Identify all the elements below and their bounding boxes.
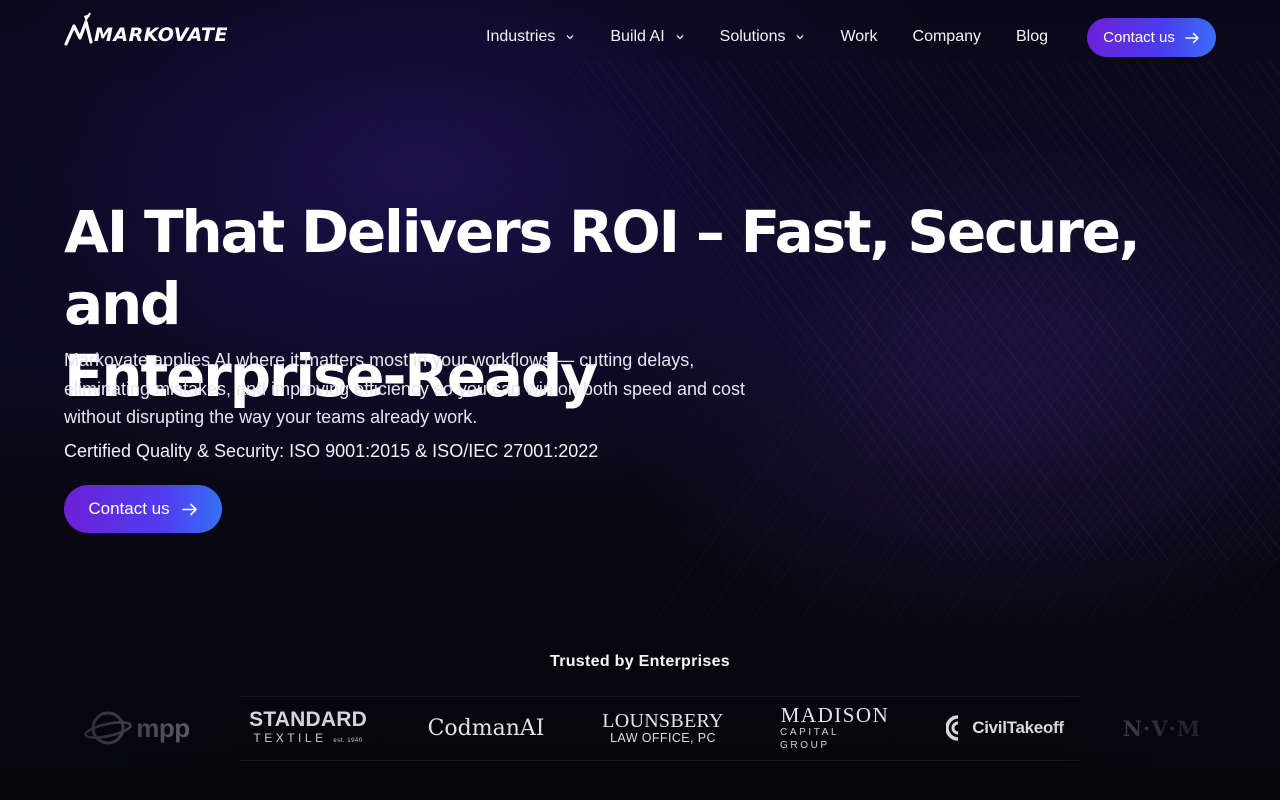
button-label: Contact us xyxy=(1103,29,1175,46)
client-logo-civiltakeoff: CivilTakeoff xyxy=(944,700,1066,756)
nav-item-company[interactable]: Company xyxy=(913,28,981,46)
certification-text: Certified Quality & Security: ISO 9001:2… xyxy=(64,441,599,461)
arrow-right-icon xyxy=(1185,32,1199,43)
nav-item-label: Work xyxy=(840,28,878,45)
chevron-down-icon xyxy=(565,32,575,42)
nav-item-blog[interactable]: Blog xyxy=(1016,28,1048,46)
hero-description: Markovate applies AI where it matters mo… xyxy=(64,350,746,427)
client-logo-text: mpp xyxy=(136,712,190,743)
client-logo-text: N·V·M xyxy=(1122,715,1202,741)
client-logo-subtext: TEXTILE est. 1940 xyxy=(253,730,363,745)
nav-item-label: Company xyxy=(912,28,981,45)
logo-text: MARKOVATE xyxy=(94,24,228,46)
chevron-down-icon xyxy=(675,32,685,42)
client-logo-lounsbery: LOUNSBERY LAW OFFICE, PC xyxy=(600,700,726,756)
client-logo-text: STANDARD xyxy=(249,707,367,731)
client-logo-text: LOUNSBERY xyxy=(602,710,724,732)
nav-item-label: Solutions xyxy=(719,28,786,45)
civiltakeoff-mark-icon xyxy=(946,715,959,741)
client-logo-subtext: CAPITAL GROUP xyxy=(780,726,839,751)
client-logo-mpp: mpp xyxy=(82,700,192,756)
header-contact-button[interactable]: Contact us xyxy=(1087,18,1216,57)
client-logo-text: CivilTakeoff xyxy=(972,718,1064,737)
client-logo-codmanai: CodmanAI xyxy=(427,700,545,756)
client-logo-madison: MADISON CAPITAL GROUP xyxy=(780,700,890,756)
main-nav: Industries Build AI Solutions Work Compa… xyxy=(486,18,1083,56)
hero-title-line-1: AI That Delivers ROI – Fast, Secure, and xyxy=(64,198,1141,338)
site-header: MARKOVATE Industries Build AI Solutions … xyxy=(0,0,1280,72)
nav-item-label: Industries xyxy=(486,28,556,45)
client-logo-standard-textile: STANDARD TEXTILE est. 1940 xyxy=(248,700,368,756)
site-logo[interactable]: MARKOVATE xyxy=(64,12,228,46)
nav-item-work[interactable]: Work xyxy=(840,28,877,46)
trusted-title: Trusted by Enterprises xyxy=(550,653,730,670)
hero-contact-button[interactable]: Contact us xyxy=(64,485,222,533)
nav-item-industries[interactable]: Industries xyxy=(486,28,575,46)
client-logo-text: CodmanAI xyxy=(427,715,545,741)
client-logo-nvm: N·V·M xyxy=(1122,700,1202,756)
client-logo-subtext: LAW OFFICE, PC xyxy=(610,731,716,745)
logo-mark-icon xyxy=(64,12,93,46)
arrow-right-icon xyxy=(181,503,197,515)
client-logo-text: MADISON xyxy=(780,702,890,727)
chevron-down-icon xyxy=(795,32,805,42)
nav-item-solutions[interactable]: Solutions xyxy=(720,28,806,46)
nav-item-build-ai[interactable]: Build AI xyxy=(610,28,684,46)
globe-icon xyxy=(84,711,133,745)
nav-item-label: Blog xyxy=(1016,28,1049,45)
nav-item-label: Build AI xyxy=(610,28,665,45)
button-label: Contact us xyxy=(88,499,170,518)
